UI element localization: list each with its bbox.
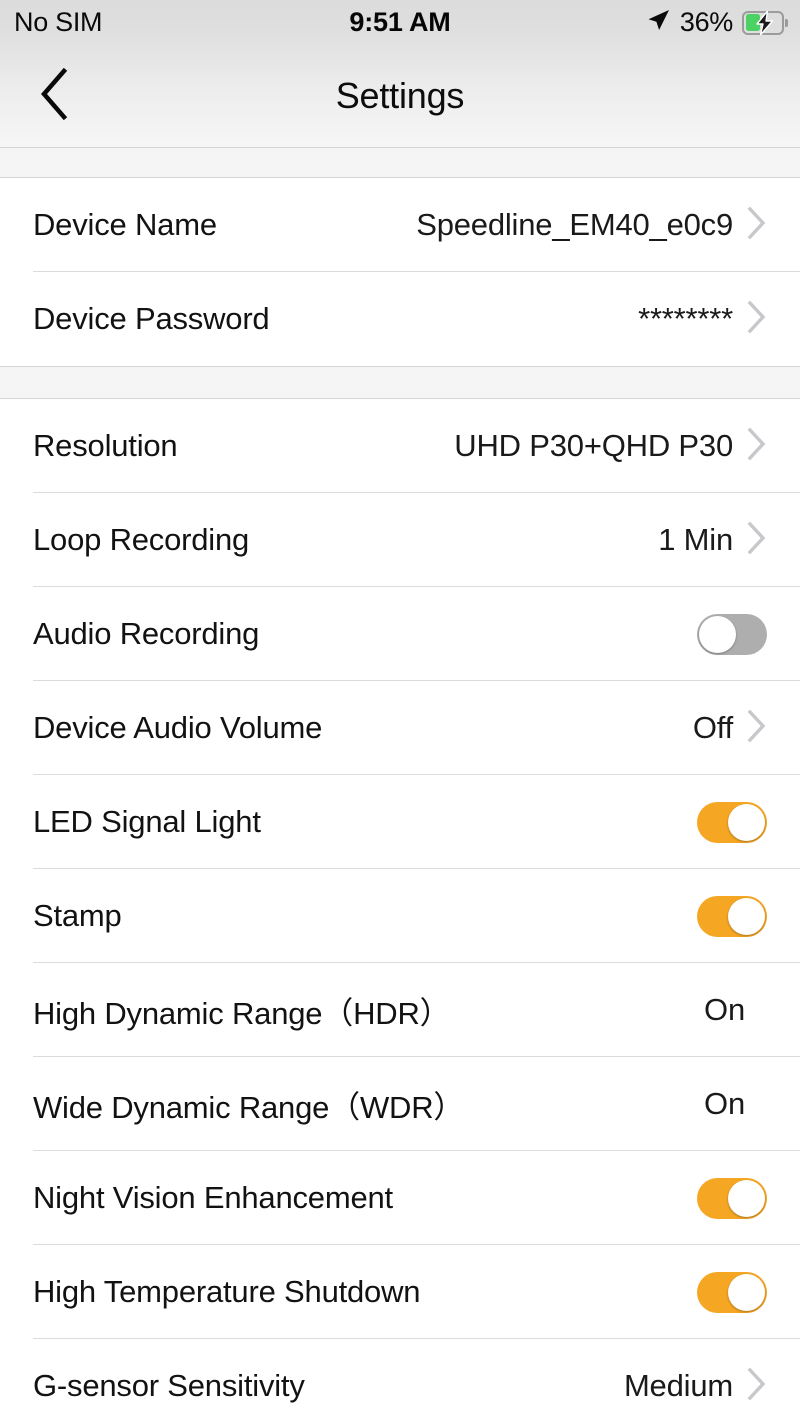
- settings-group-1: Device Name Speedline_EM40_e0c9 Device Pas…: [0, 178, 800, 366]
- toggle-knob: [728, 897, 765, 935]
- toggle-knob: [699, 615, 736, 653]
- settings-row-device-name[interactable]: Device Name Speedline_EM40_e0c9: [0, 178, 800, 272]
- row-accessory: [697, 801, 767, 843]
- settings-row-stamp[interactable]: Stamp: [0, 869, 800, 963]
- row-value: Speedline_EM40_e0c9: [416, 207, 733, 242]
- section-gap-top: [0, 147, 800, 178]
- settings-row-loop-recording[interactable]: Loop Recording 1 Min: [0, 493, 800, 587]
- row-value: On: [704, 992, 745, 1027]
- row-label: Stamp: [33, 898, 122, 933]
- settings-row-wide-dynamic-range-wdr[interactable]: Wide Dynamic Range（WDR） On: [0, 1057, 800, 1151]
- status-bar: No SIM 9:51 AM 36%: [0, 0, 800, 45]
- battery-percent-label: 36%: [679, 7, 733, 37]
- row-accessory: [697, 1177, 767, 1219]
- row-value: On: [704, 1086, 745, 1121]
- row-label: High Dynamic Range（HDR）: [33, 995, 451, 1031]
- toggle-knob: [728, 1273, 765, 1311]
- navigation-bar: Settings: [0, 45, 800, 147]
- row-label: Loop Recording: [33, 522, 250, 557]
- row-label: Device Password: [33, 301, 270, 336]
- row-label: LED Signal Light: [33, 804, 261, 839]
- chevron-right-icon: [747, 206, 767, 245]
- row-value: ********: [638, 301, 733, 336]
- settings-row-led-signal-light[interactable]: LED Signal Light: [0, 775, 800, 869]
- row-accessory: On: [704, 1086, 767, 1122]
- settings-row-g-sensor-sensitivity[interactable]: G-sensor Sensitivity Medium: [0, 1339, 800, 1422]
- settings-row-device-audio-volume[interactable]: Device Audio Volume Off: [0, 681, 800, 775]
- chevron-right-icon: [747, 300, 767, 339]
- toggle-knob: [728, 1179, 765, 1217]
- row-label: Audio Recording: [33, 616, 260, 651]
- toggle-night-vision-enhancement[interactable]: [697, 1177, 767, 1219]
- chevron-right-icon: [747, 521, 767, 560]
- row-value: UHD P30+QHD P30: [454, 428, 733, 463]
- row-accessory: [697, 895, 767, 937]
- location-arrow-icon: [645, 7, 671, 38]
- settings-row-high-dynamic-range-hdr[interactable]: High Dynamic Range（HDR） On: [0, 963, 800, 1057]
- row-accessory: Off: [693, 709, 767, 748]
- chevron-right-icon: [747, 1367, 767, 1406]
- settings-row-audio-recording[interactable]: Audio Recording: [0, 587, 800, 681]
- battery-charging-icon: [742, 9, 788, 36]
- settings-row-resolution[interactable]: Resolution UHD P30+QHD P30: [0, 399, 800, 493]
- toggle-led-signal-light[interactable]: [697, 801, 767, 843]
- toggle-stamp[interactable]: [697, 895, 767, 937]
- row-value: Off: [692, 710, 733, 745]
- row-accessory: 1 Min: [658, 521, 767, 560]
- row-accessory: UHD P30+QHD P30: [454, 427, 767, 466]
- section-gap-middle: [0, 366, 800, 399]
- settings-row-night-vision-enhancement[interactable]: Night Vision Enhancement: [0, 1151, 800, 1245]
- row-label: Wide Dynamic Range（WDR）: [33, 1089, 465, 1125]
- row-accessory: [697, 1271, 767, 1313]
- chevron-right-icon: [747, 709, 767, 748]
- row-accessory: Speedline_EM40_e0c9: [416, 206, 767, 245]
- row-label: Device Audio Volume: [33, 710, 323, 745]
- toggle-high-temperature-shutdown[interactable]: [697, 1271, 767, 1313]
- row-label: Device Name: [33, 207, 217, 242]
- row-label: Night Vision Enhancement: [33, 1180, 393, 1215]
- row-accessory: [697, 613, 767, 655]
- row-accessory: On: [704, 992, 767, 1028]
- row-accessory: ********: [638, 300, 767, 339]
- row-label: G-sensor Sensitivity: [33, 1368, 305, 1403]
- page-title: Settings: [335, 75, 465, 116]
- status-bar-right: 36%: [645, 7, 788, 38]
- settings-group-2: Resolution UHD P30+QHD P30 Loop Recording 1…: [0, 399, 800, 1422]
- row-accessory: Medium: [624, 1367, 767, 1406]
- settings-row-device-password[interactable]: Device Password ********: [0, 272, 800, 366]
- row-value: 1 Min: [658, 522, 733, 557]
- toggle-audio-recording[interactable]: [697, 613, 767, 655]
- toggle-knob: [728, 803, 765, 841]
- row-value: Medium: [623, 1368, 733, 1403]
- settings-row-high-temperature-shutdown[interactable]: High Temperature Shutdown: [0, 1245, 800, 1339]
- row-label: High Temperature Shutdown: [33, 1274, 421, 1309]
- chevron-right-icon: [747, 427, 767, 466]
- phone-screen: No SIM 9:51 AM 36% Settings Device Name …: [0, 0, 800, 1422]
- row-label: Resolution: [33, 428, 178, 463]
